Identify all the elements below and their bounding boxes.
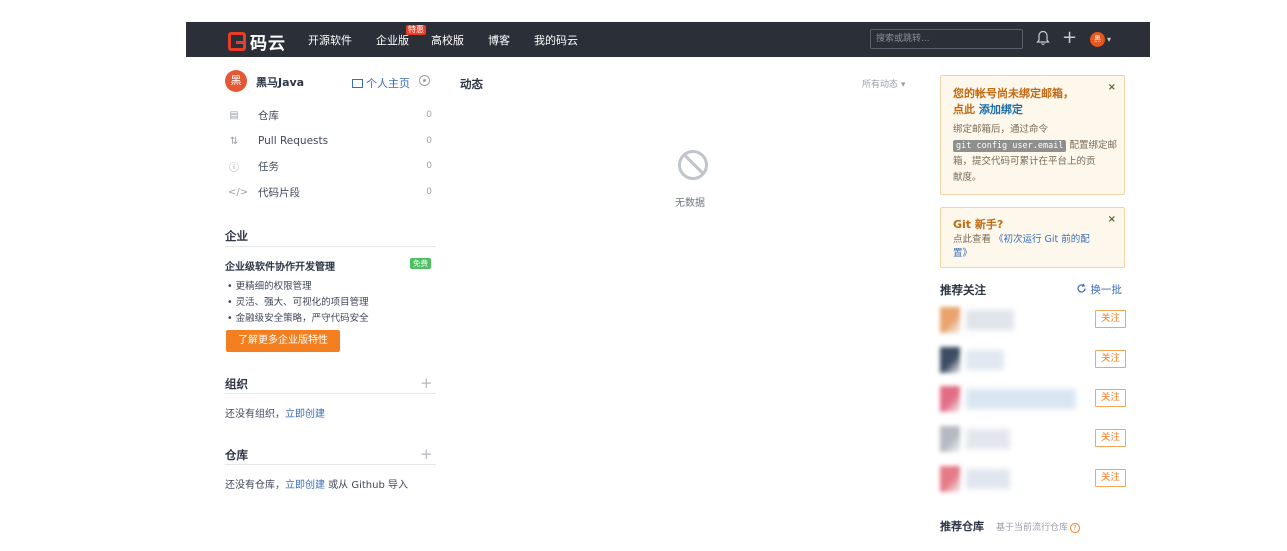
recommend-repo-title: 推荐仓库 xyxy=(940,520,984,533)
refresh-button[interactable]: 换一批 xyxy=(1076,282,1122,297)
nav-link-education[interactable]: 高校版 xyxy=(431,32,464,48)
recommend-follow-title: 推荐关注 xyxy=(940,283,986,297)
email-bind-notice: × 您的帐号尚未绑定邮箱， 点此 添加绑定 绑定邮箱后，通过命令 git con… xyxy=(940,75,1125,195)
import-github-link[interactable]: 或从 Github 导入 xyxy=(325,480,408,491)
feed-title: 动态 xyxy=(460,77,483,91)
sidebar-item-pull-requests[interactable]: ⇅ Pull Requests 0 xyxy=(228,133,432,149)
user-avatar[interactable]: 黑 xyxy=(225,70,247,92)
user-name-blurred[interactable] xyxy=(966,429,1010,449)
create-plus-icon[interactable]: + xyxy=(1062,27,1077,49)
add-org-plus-icon[interactable]: + xyxy=(420,376,433,391)
chevron-down-icon[interactable]: ▾ xyxy=(1107,32,1111,47)
no-repos-text: 还没有仓库，立即创建 或从 Github 导入 xyxy=(225,480,409,491)
enterprise-section-title: 企业 xyxy=(225,229,248,243)
feed-filter-dropdown[interactable]: 所有动态 ▾ xyxy=(862,77,905,90)
nav-link-my-gitee[interactable]: 我的码云 xyxy=(534,32,578,48)
git-config-guide-link[interactable]: 置》 xyxy=(953,248,972,259)
add-email-link[interactable]: 添加绑定 xyxy=(979,103,1023,116)
notice-text: 箱，提交代码可累计在平台上的贡 xyxy=(953,156,1096,167)
git-config-guide-link[interactable]: 《初次运行 Git 前的配 xyxy=(994,234,1090,245)
issue-icon: ⓘ xyxy=(229,162,239,174)
count: 0 xyxy=(426,110,432,120)
empty-state-text: 无数据 xyxy=(675,198,705,209)
follow-button[interactable]: 关注 xyxy=(1095,429,1126,447)
nav-link-open-source[interactable]: 开源软件 xyxy=(308,32,352,48)
enterprise-subtitle: 企业级软件协作开发管理 xyxy=(225,262,335,273)
sidebar-item-issues[interactable]: ⓘ 任务 0 xyxy=(228,158,432,174)
help-icon[interactable]: ? xyxy=(1070,523,1081,533)
notice-text: 置》 xyxy=(953,246,972,262)
user-name-blurred[interactable] xyxy=(966,469,1010,489)
repo-icon: ▤ xyxy=(229,109,239,121)
recommended-user-row[interactable]: 关注 xyxy=(936,346,1126,376)
follow-button[interactable]: 关注 xyxy=(1095,350,1126,368)
user-name-blurred[interactable] xyxy=(966,389,1076,409)
notice-title: Git 新手? xyxy=(953,218,1004,231)
recommended-user-row[interactable]: 关注 xyxy=(936,425,1126,455)
no-data-icon xyxy=(678,150,708,180)
bell-icon[interactable] xyxy=(1036,30,1050,46)
create-repo-link[interactable]: 立即创建 xyxy=(285,480,325,491)
git-beginner-notice: × Git 新手? 点此查看 《初次运行 Git 前的配 置》 xyxy=(940,207,1125,268)
notice-title: 您的帐号尚未绑定邮箱， xyxy=(953,87,1074,100)
notice-text: 点此查看 《初次运行 Git 前的配 xyxy=(953,234,1090,245)
recommended-user-row[interactable]: 关注 xyxy=(936,385,1126,415)
nav-user-avatar[interactable]: 黑 xyxy=(1090,32,1105,47)
user-avatar[interactable] xyxy=(940,466,960,492)
recommend-repo-subtitle: 基于当前流行仓库? xyxy=(996,520,1081,533)
notice-text: 献度。 xyxy=(953,172,982,183)
free-badge: 免费 xyxy=(410,258,431,269)
code-icon: </> xyxy=(228,186,249,198)
repos-section-title: 仓库 xyxy=(225,448,248,462)
promo-badge: 特惠 xyxy=(406,25,426,35)
enterprise-bullet: • 灵活、强大、可视化的项目管理 xyxy=(227,297,369,308)
count: 0 xyxy=(426,136,432,146)
enterprise-bullet: • 金融级安全策略，严守代码安全 xyxy=(227,313,369,324)
user-name[interactable]: 黑马Java xyxy=(256,74,304,90)
sidebar-item-repos[interactable]: ▤ 仓库 0 xyxy=(228,107,432,123)
close-icon[interactable]: × xyxy=(1108,82,1116,93)
nav-link-blog[interactable]: 博客 xyxy=(488,32,510,48)
user-avatar[interactable] xyxy=(940,307,960,333)
notice-text: git config user.email 配置绑定邮 xyxy=(953,138,1117,154)
follow-button[interactable]: 关注 xyxy=(1095,389,1126,407)
gitee-logo-icon xyxy=(228,32,246,51)
divider xyxy=(225,393,436,394)
recommended-user-row[interactable]: 关注 xyxy=(936,465,1126,495)
divider xyxy=(225,464,436,465)
user-avatar[interactable] xyxy=(940,386,960,412)
personal-homepage-link[interactable]: 个人主页 xyxy=(352,75,410,91)
nav-link-enterprise[interactable]: 企业版 xyxy=(376,32,409,48)
follow-button[interactable]: 关注 xyxy=(1095,469,1126,487)
user-avatar[interactable] xyxy=(940,426,960,452)
refresh-icon xyxy=(1077,283,1086,293)
close-icon[interactable]: × xyxy=(1108,214,1116,225)
count: 0 xyxy=(426,161,432,171)
search-input[interactable]: 搜索或跳转... xyxy=(870,29,1023,49)
orgs-section-title: 组织 xyxy=(225,377,248,391)
sidebar-item-snippets[interactable]: </> 代码片段 0 xyxy=(228,184,432,200)
notice-text: 绑定邮箱后，通过命令 xyxy=(953,124,1049,135)
settings-icon[interactable] xyxy=(419,75,430,86)
count: 0 xyxy=(426,187,432,197)
notice-title: 点此 添加绑定 xyxy=(953,103,1023,116)
pull-request-icon: ⇅ xyxy=(229,135,239,147)
no-orgs-text: 还没有组织，立即创建 xyxy=(225,409,325,420)
enterprise-bullet: • 更精细的权限管理 xyxy=(227,281,312,292)
user-name-blurred[interactable] xyxy=(966,310,1014,330)
recommended-user-row[interactable]: 关注 xyxy=(936,306,1126,336)
top-navbar: 码云 开源软件 企业版 特惠 高校版 博客 我的码云 搜索或跳转... + 黑 … xyxy=(186,22,1150,57)
user-name-blurred[interactable] xyxy=(966,350,1004,370)
user-avatar[interactable] xyxy=(940,347,960,373)
learn-enterprise-button[interactable]: 了解更多企业版特性 xyxy=(226,330,340,352)
divider xyxy=(225,246,436,247)
add-repo-plus-icon[interactable]: + xyxy=(420,447,433,462)
follow-button[interactable]: 关注 xyxy=(1095,310,1126,328)
create-org-link[interactable]: 立即创建 xyxy=(285,409,325,420)
git-command-code: git config user.email xyxy=(953,140,1067,152)
site-logo[interactable]: 码云 xyxy=(228,29,286,54)
profile-card-icon xyxy=(352,78,363,88)
